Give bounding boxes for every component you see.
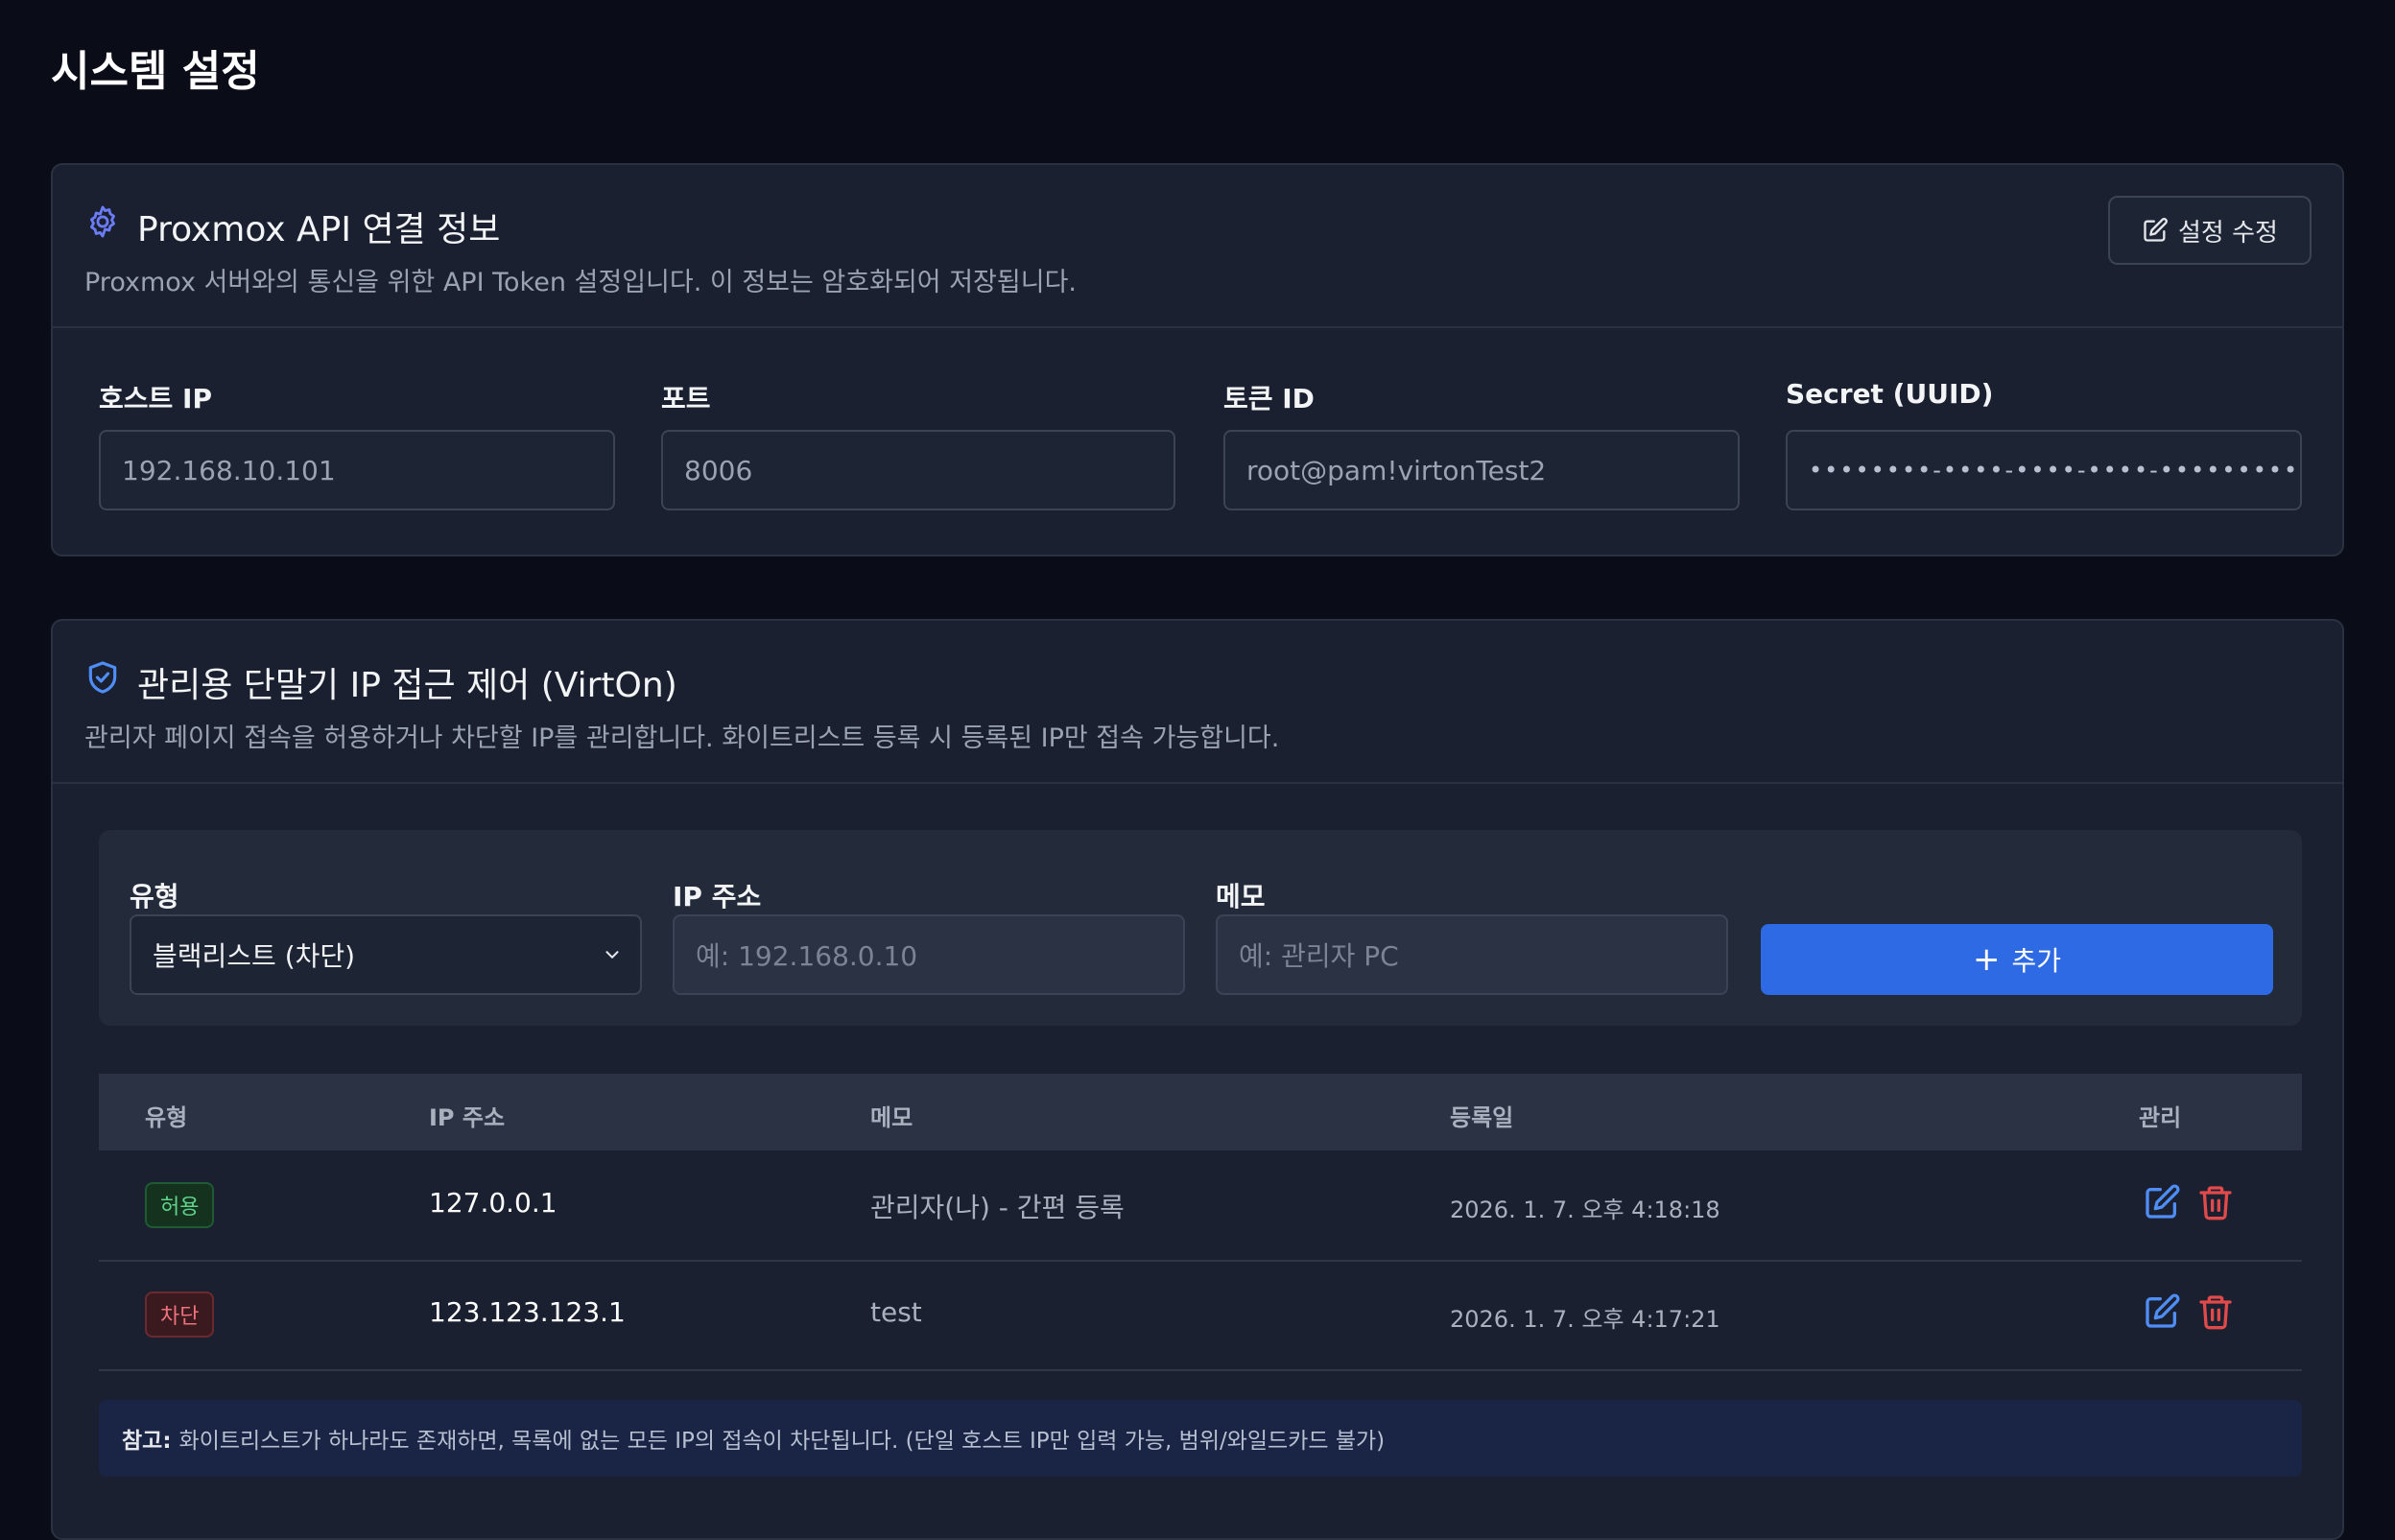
proxmox-api-title: Proxmox API 연결 정보	[137, 210, 501, 249]
column-type: 유형	[145, 1104, 188, 1131]
proxmox-api-card: Proxmox API 연결 정보 Proxmox 서버와의 통신을 위한 AP…	[51, 163, 2344, 557]
type-select-value: 블랙리스트 (차단)	[153, 940, 356, 972]
trash-icon[interactable]	[2196, 1183, 2235, 1221]
row-date: 2026. 1. 7. 오후 4:17:21	[1450, 1306, 1720, 1333]
plus-icon: +	[1972, 940, 2001, 979]
row-date: 2026. 1. 7. 오후 4:18:18	[1450, 1196, 1720, 1223]
type-label: 유형	[130, 881, 179, 912]
chevron-down-icon	[605, 951, 619, 959]
column-memo: 메모	[870, 1104, 913, 1131]
secret-label: Secret (UUID)	[1786, 378, 1994, 410]
column-date: 등록일	[1450, 1104, 1514, 1131]
status-badge-block: 차단	[145, 1291, 215, 1338]
port-label: 포트	[661, 383, 711, 415]
note-label: 참고:	[122, 1429, 172, 1454]
table-row: 허용 127.0.0.1 관리자(나) - 간편 등록 2026. 1. 7. …	[99, 1150, 2302, 1262]
table-row: 차단 123.123.123.1 test 2026. 1. 7. 오후 4:1…	[99, 1260, 2302, 1371]
memo-input[interactable]: 예: 관리자 PC	[1216, 914, 1728, 995]
edit-settings-label: 설정 수정	[2178, 218, 2278, 248]
note-text: 화이트리스트가 하나라도 존재하면, 목록에 없는 모든 IP의 접속이 차단됩…	[178, 1429, 1386, 1454]
type-select[interactable]: 블랙리스트 (차단)	[130, 914, 642, 995]
token-id-field[interactable]: root@pam!virtonTest2	[1223, 430, 1740, 510]
ip-add-form: 유형 블랙리스트 (차단) IP 주소 예: 192.168.0.10 메모 예…	[99, 830, 2302, 1026]
edit-icon[interactable]	[2143, 1183, 2181, 1221]
edit-icon	[2144, 218, 2168, 242]
row-ip: 123.123.123.1	[429, 1296, 626, 1328]
ip-access-description: 관리자 페이지 접속을 허용하거나 차단할 IP를 관리합니다. 화이트리스트 …	[84, 723, 1280, 753]
host-ip-field[interactable]: 192.168.10.101	[99, 430, 615, 510]
port-field[interactable]: 8006	[661, 430, 1175, 510]
proxmox-api-card-header: Proxmox API 연결 정보 Proxmox 서버와의 통신을 위한 AP…	[53, 165, 2342, 328]
secret-field[interactable]: ••••••••-••••-••••-••••-••••••••••••	[1786, 430, 2302, 510]
ip-access-card-header: 관리용 단말기 IP 접근 제어 (VirtOn) 관리자 페이지 접속을 허용…	[53, 621, 2342, 784]
row-memo: 관리자(나) - 간편 등록	[870, 1192, 1125, 1223]
shield-check-icon	[88, 661, 117, 694]
ip-access-card: 관리용 단말기 IP 접근 제어 (VirtOn) 관리자 페이지 접속을 허용…	[51, 619, 2344, 1540]
row-ip: 127.0.0.1	[429, 1187, 557, 1219]
ip-address-label: IP 주소	[673, 881, 762, 912]
page-title: 시스템 설정	[51, 47, 260, 96]
trash-icon[interactable]	[2196, 1292, 2235, 1331]
proxmox-api-description: Proxmox 서버와의 통신을 위한 API Token 설정입니다. 이 정…	[84, 268, 1077, 297]
info-note: 참고: 화이트리스트가 하나라도 존재하면, 목록에 없는 모든 IP의 접속이…	[99, 1400, 2302, 1477]
add-button-label: 추가	[2011, 945, 2062, 977]
column-manage: 관리	[2139, 1104, 2182, 1131]
ip-table-header: 유형 IP 주소 메모 등록일 관리	[99, 1074, 2302, 1150]
add-button[interactable]: + 추가	[1761, 924, 2273, 995]
token-id-label: 토큰 ID	[1223, 383, 1315, 415]
column-ip: IP 주소	[429, 1104, 506, 1131]
ip-address-input[interactable]: 예: 192.168.0.10	[673, 914, 1185, 995]
edit-settings-button[interactable]: 설정 수정	[2108, 196, 2312, 265]
ip-access-title: 관리용 단말기 IP 접근 제어 (VirtOn)	[137, 666, 677, 705]
gear-icon	[90, 205, 115, 238]
status-badge-allow: 허용	[145, 1182, 215, 1228]
edit-icon[interactable]	[2143, 1292, 2181, 1331]
memo-label: 메모	[1216, 881, 1266, 912]
host-ip-label: 호스트 IP	[99, 383, 212, 415]
row-memo: test	[870, 1296, 922, 1328]
